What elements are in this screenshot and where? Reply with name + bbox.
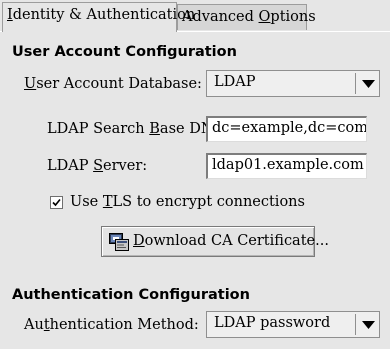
authentication-method-label: Authentication Method: [24, 317, 199, 333]
download-button-label: Download CA Certificate... [133, 233, 329, 249]
user-account-section-title: User Account Configuration [12, 44, 237, 60]
checkmark-icon [52, 198, 61, 207]
ldap-server-label: LDAP Server: [47, 158, 148, 174]
chevron-down-icon [357, 312, 379, 337]
ldap-base-dn-input[interactable]: dc=example,dc=com [206, 116, 367, 142]
chevron-down-icon [357, 71, 379, 96]
dropdown-value: LDAP [214, 74, 256, 90]
user-account-database-dropdown[interactable]: LDAP [206, 70, 380, 97]
authentication-method-dropdown[interactable]: LDAP password [206, 311, 380, 338]
dropdown-value: LDAP password [214, 315, 331, 331]
download-ca-certificate-button[interactable]: Download CA Certificate... [101, 226, 329, 257]
auth-section-title: Authentication Configuration [12, 287, 250, 303]
tls-checkbox[interactable] [50, 196, 63, 209]
ldap-server-input[interactable]: ldap01.example.com [206, 153, 367, 179]
tab-advanced-options[interactable]: Advanced Options [177, 4, 316, 30]
tls-label[interactable]: Use TLS to encrypt connections [70, 194, 305, 210]
tab-identity-authentication[interactable]: Identity & Authentication [2, 2, 195, 32]
ldap-base-dn-label: LDAP Search Base DN: [47, 121, 218, 137]
user-account-database-label: User Account Database: [24, 76, 202, 92]
certificate-icon [109, 233, 129, 251]
